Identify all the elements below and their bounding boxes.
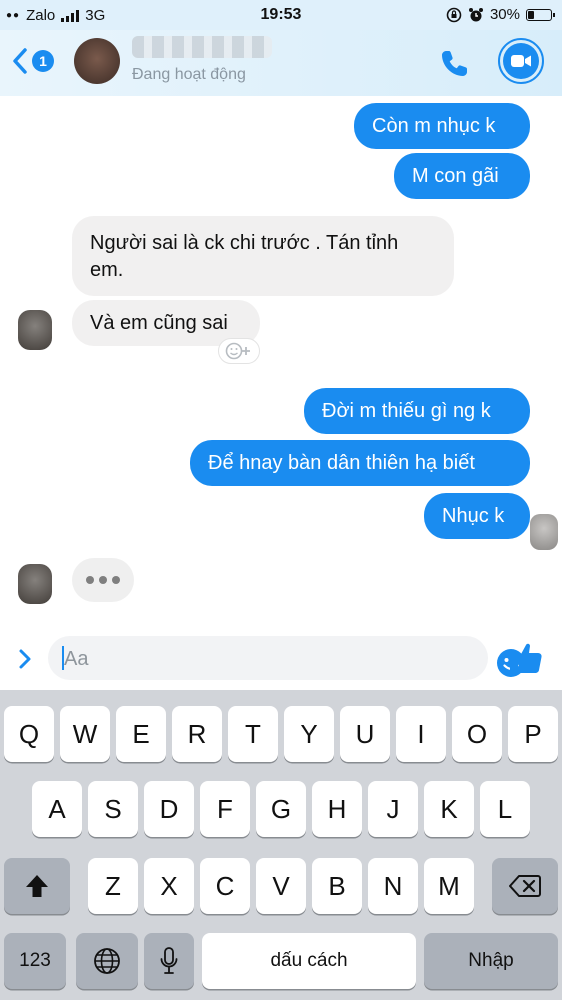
key-v[interactable]: V xyxy=(256,858,306,914)
key-o[interactable]: O xyxy=(452,706,502,762)
message-text: M con gãi xyxy=(412,164,499,187)
sender-avatar[interactable] xyxy=(18,564,52,604)
key-m[interactable]: M xyxy=(424,858,474,914)
phone-icon[interactable] xyxy=(438,48,470,80)
key-g[interactable]: G xyxy=(256,781,306,837)
message-text: Còn m nhục k xyxy=(372,114,496,137)
add-reaction-button[interactable] xyxy=(218,338,260,364)
message-text: Nhục k xyxy=(442,504,505,527)
key-e[interactable]: E xyxy=(116,706,166,762)
key-c[interactable]: C xyxy=(200,858,250,914)
typing-indicator xyxy=(72,558,134,602)
key-h[interactable]: H xyxy=(312,781,362,837)
back-button[interactable]: 1 xyxy=(12,48,54,74)
alarm-icon xyxy=(468,7,483,21)
key-n[interactable]: N xyxy=(368,858,418,914)
sender-avatar[interactable] xyxy=(18,310,52,350)
message-outgoing[interactable]: Để hnay bàn dân thiên hạ biết xyxy=(190,440,530,486)
typing-dot xyxy=(86,576,94,584)
video-camera-icon xyxy=(511,55,531,67)
contact-status: Đang hoạt động xyxy=(132,66,246,83)
message-outgoing[interactable]: Còn m nhục k xyxy=(354,103,530,149)
key-i[interactable]: I xyxy=(396,706,446,762)
key-s[interactable]: S xyxy=(88,781,138,837)
conversation-header: 1 Đang hoạt động xyxy=(0,30,562,96)
video-call-button[interactable] xyxy=(498,38,544,84)
key-p[interactable]: P xyxy=(508,706,558,762)
contact-name-redacted[interactable] xyxy=(132,36,272,58)
key-z[interactable]: Z xyxy=(88,858,138,914)
space-key[interactable]: dấu cách xyxy=(202,933,416,989)
message-composer xyxy=(0,628,562,690)
shift-key[interactable] xyxy=(4,858,70,914)
keyboard: Q W E R T Y U I O P A S D F G H J K L Z … xyxy=(0,690,562,1000)
numbers-key[interactable]: 123 xyxy=(4,933,66,989)
globe-key[interactable] xyxy=(76,933,138,989)
message-text: Để hnay bàn dân thiên hạ biết xyxy=(208,451,475,474)
expand-chevron-icon[interactable] xyxy=(18,648,32,670)
globe-icon xyxy=(94,948,120,974)
battery-percent: 30% xyxy=(489,6,520,23)
message-outgoing[interactable]: M con gãi xyxy=(394,153,530,199)
battery-fill xyxy=(528,10,534,19)
unread-badge: 1 xyxy=(32,50,54,72)
return-key[interactable]: Nhập xyxy=(424,933,558,989)
key-f[interactable]: F xyxy=(200,781,250,837)
message-incoming[interactable]: Người sai là ck chi trước . Tán tỉnh em. xyxy=(72,216,454,296)
battery-icon xyxy=(526,8,555,21)
shift-icon xyxy=(26,875,48,897)
key-k[interactable]: K xyxy=(424,781,474,837)
key-a[interactable]: A xyxy=(32,781,82,837)
delete-icon xyxy=(509,875,541,897)
key-q[interactable]: Q xyxy=(4,706,54,762)
key-y[interactable]: Y xyxy=(284,706,334,762)
message-outgoing[interactable]: Nhục k xyxy=(424,493,530,539)
message-input[interactable] xyxy=(62,642,426,676)
video-call-inner xyxy=(503,43,539,79)
key-b[interactable]: B xyxy=(312,858,362,914)
microphone-key[interactable] xyxy=(144,933,194,989)
message-input-pill[interactable] xyxy=(48,636,525,680)
status-right: 30% xyxy=(446,6,555,23)
key-u[interactable]: U xyxy=(340,706,390,762)
typing-dot xyxy=(112,576,120,584)
react-emoji-icon xyxy=(225,342,250,360)
contact-avatar[interactable] xyxy=(74,38,120,84)
key-x[interactable]: X xyxy=(144,858,194,914)
typing-dot xyxy=(99,576,107,584)
message-text: Người sai là ck chi trước . Tán tỉnh em. xyxy=(90,232,399,281)
delete-key[interactable] xyxy=(492,858,558,914)
key-r[interactable]: R xyxy=(172,706,222,762)
key-d[interactable]: D xyxy=(144,781,194,837)
key-w[interactable]: W xyxy=(60,706,110,762)
microphone-icon xyxy=(160,947,178,974)
seen-indicator-avatar xyxy=(530,514,558,550)
key-j[interactable]: J xyxy=(368,781,418,837)
message-text: Đời m thiếu gì ng k xyxy=(322,399,491,422)
thumbs-up-icon[interactable] xyxy=(508,640,544,676)
key-t[interactable]: T xyxy=(228,706,278,762)
orientation-lock-icon xyxy=(446,7,462,22)
message-outgoing[interactable]: Đời m thiếu gì ng k xyxy=(304,388,530,434)
back-chevron-icon xyxy=(13,48,27,74)
key-l[interactable]: L xyxy=(480,781,530,837)
message-text: Và em cũng sai xyxy=(90,311,228,334)
status-bar: ●● Zalo 3G 19:53 30% xyxy=(0,0,562,30)
